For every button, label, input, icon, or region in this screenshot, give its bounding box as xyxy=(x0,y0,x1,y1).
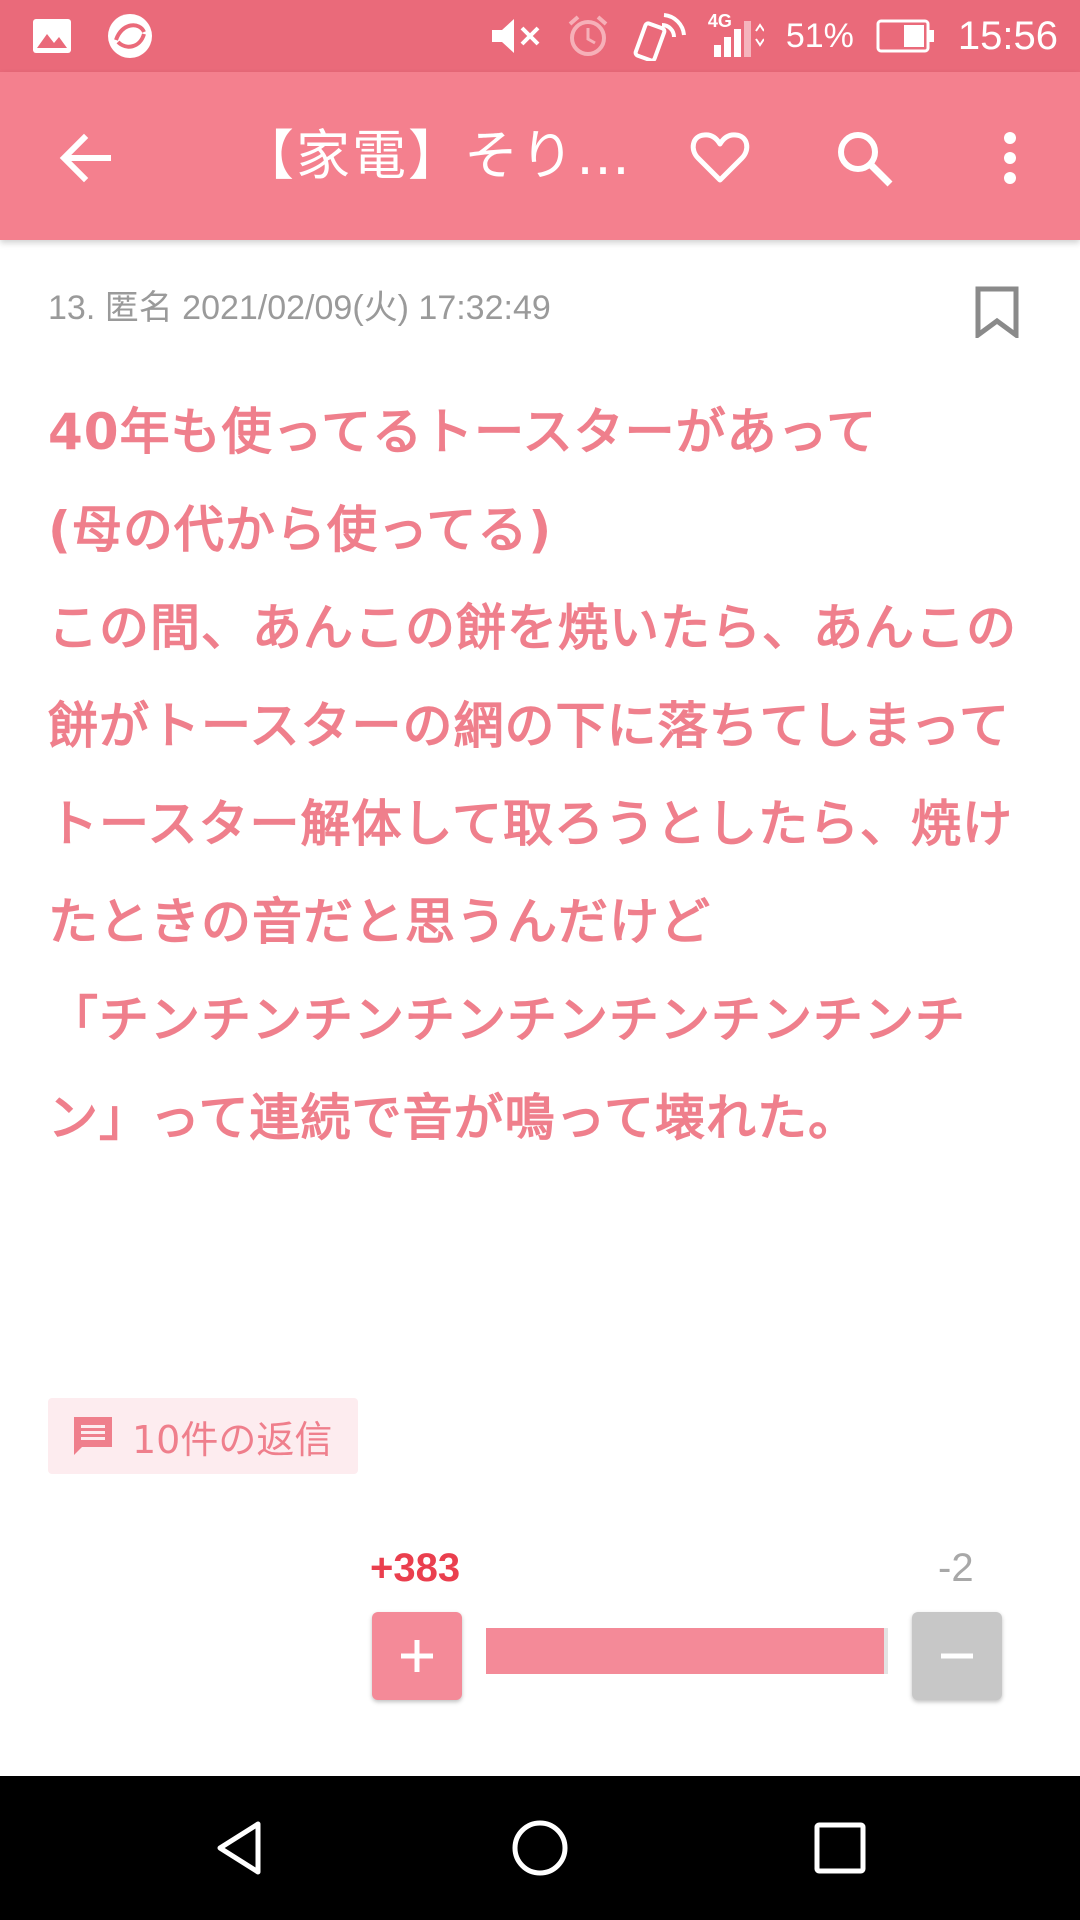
search-icon[interactable] xyxy=(832,126,896,190)
system-nav-bar xyxy=(0,1776,1080,1920)
comment-icon xyxy=(74,1417,112,1455)
heart-icon[interactable] xyxy=(688,126,752,190)
signal-icon: 4G xyxy=(708,11,764,61)
status-bar: 4G 51% 15:56 xyxy=(0,0,1080,72)
status-bar-notifications xyxy=(32,12,154,60)
clock: 15:56 xyxy=(957,13,1058,58)
alarm-icon xyxy=(568,15,608,56)
home-circle-icon[interactable] xyxy=(508,1816,572,1880)
back-arrow-icon[interactable] xyxy=(54,126,118,190)
replies-label: 10件の返信 xyxy=(132,1417,333,1462)
vote-ratio-bar xyxy=(486,1628,888,1674)
mute-icon xyxy=(491,19,540,53)
battery-icon xyxy=(876,19,934,53)
minus-vote-count: -2 xyxy=(938,1546,974,1590)
comment-meta: 13. 匿名 2021/02/09(火) 17:32:49 xyxy=(48,289,551,327)
gallery-icon xyxy=(33,19,71,53)
nfc-icon xyxy=(633,13,686,61)
plus-icon xyxy=(401,1640,433,1672)
replies-button[interactable]: 10件の返信 xyxy=(48,1398,359,1474)
minus-vote-button[interactable] xyxy=(912,1612,1002,1700)
battery-percent: 51% xyxy=(785,16,854,55)
minus-icon xyxy=(941,1653,973,1659)
app-bar: 【家電】そり… xyxy=(0,72,1080,240)
back-triangle-icon[interactable] xyxy=(208,1816,272,1880)
more-vert-icon[interactable] xyxy=(980,126,1040,190)
vote-ratio-fill xyxy=(486,1628,884,1674)
page-title: 【家電】そり… xyxy=(240,124,630,187)
bookmark-icon[interactable] xyxy=(974,286,1020,338)
comment-body: 40年も使ってるトースターがあって (母の代から使ってる) この間、あんこの餅を… xyxy=(48,403,1017,1147)
plus-vote-button[interactable] xyxy=(372,1612,462,1700)
recents-square-icon[interactable] xyxy=(808,1816,872,1880)
status-bar-system: 4G 51% 15:56 xyxy=(490,0,1058,72)
plus-vote-count: +383 xyxy=(370,1546,461,1590)
app-notification-icon xyxy=(108,14,152,58)
